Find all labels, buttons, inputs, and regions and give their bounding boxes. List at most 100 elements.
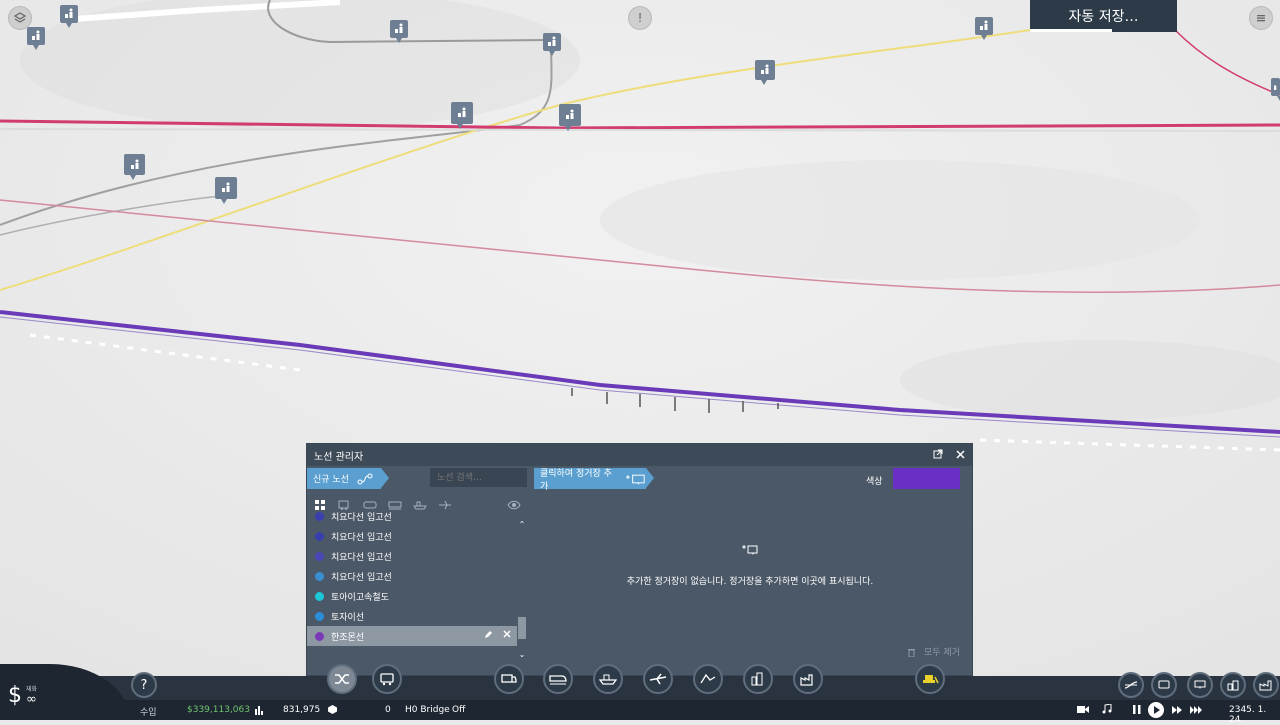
line-color-dot xyxy=(315,511,324,521)
scroll-thumb[interactable] xyxy=(518,617,526,639)
train-tool-button[interactable] xyxy=(543,664,573,694)
fastest-forward-icon[interactable] xyxy=(1190,706,1202,714)
delete-icon[interactable] xyxy=(503,630,511,638)
close-icon[interactable] xyxy=(954,448,966,460)
city-tool-button[interactable] xyxy=(743,664,773,694)
popout-icon[interactable] xyxy=(932,448,944,460)
line-list-item[interactable]: 치요다선 입고선 xyxy=(307,566,517,586)
terrain-icon xyxy=(700,673,716,684)
scroll-up-icon[interactable]: ⌃ xyxy=(517,519,527,529)
industries-overview-button[interactable] xyxy=(1253,672,1279,698)
play-icon[interactable] xyxy=(1148,702,1164,718)
bridge-label[interactable]: H0 Bridge xyxy=(405,705,450,715)
line-name: 한조몬선 xyxy=(331,632,365,643)
cargo-icon xyxy=(328,705,337,714)
autosave-notice: 자동 저장… xyxy=(1030,0,1177,32)
add-stop-icon xyxy=(742,545,758,555)
layers-icon[interactable] xyxy=(8,6,32,30)
income-label: 수입 xyxy=(140,708,157,718)
bus-stop-icon[interactable] xyxy=(27,27,45,50)
trash-icon xyxy=(908,648,915,657)
industry-icon xyxy=(1259,680,1272,691)
bus-icon xyxy=(380,673,394,686)
autosave-progress-bar xyxy=(1030,29,1113,32)
pause-icon[interactable] xyxy=(1133,705,1141,714)
income-value: $339,113,063 xyxy=(187,705,250,715)
ship-tool-button[interactable] xyxy=(593,664,623,694)
cargo-value: 0 xyxy=(385,705,391,715)
add-stop-button[interactable]: 클릭하여 정거장 추가 xyxy=(534,468,654,492)
remove-all-button[interactable]: 모두 제거 xyxy=(907,645,960,658)
towns-overview-button[interactable] xyxy=(1220,672,1246,698)
truck-icon xyxy=(501,674,517,683)
camera-icon[interactable] xyxy=(1077,705,1089,714)
panel-titlebar[interactable]: 노선 관리자 xyxy=(307,444,972,466)
train-icon xyxy=(549,675,567,685)
game-date: 2345. 1. 24. xyxy=(1229,705,1267,725)
truck-tool-button[interactable] xyxy=(494,664,524,694)
bus-stop-icon[interactable] xyxy=(60,5,78,28)
buildings-icon xyxy=(751,672,763,686)
line-color-dot xyxy=(315,631,324,641)
line-name: 치요다선 입고선 xyxy=(331,532,392,543)
bridge-state[interactable]: Off xyxy=(452,705,465,715)
bus-stop-icon[interactable] xyxy=(451,102,473,129)
bus-stop-icon[interactable] xyxy=(559,104,581,131)
scroll-down-icon[interactable]: ⌄ xyxy=(517,649,527,659)
toolbar-strip xyxy=(0,676,1280,700)
line-list-item[interactable]: 치요다선 입고선 xyxy=(307,526,517,546)
line-name: 치요다선 입고선 xyxy=(331,572,392,583)
line-search-input[interactable] xyxy=(430,468,527,487)
menu-icon[interactable] xyxy=(1249,6,1273,30)
ship-icon xyxy=(599,674,617,685)
route-tool-button[interactable] xyxy=(327,664,357,694)
terrain-tool-button[interactable] xyxy=(693,664,723,694)
plane-tool-button[interactable] xyxy=(643,664,673,694)
line-name: 치요다선 입고선 xyxy=(331,552,392,563)
bus-stop-icon[interactable] xyxy=(543,33,561,56)
route-icon xyxy=(357,473,373,484)
help-label: ? xyxy=(140,677,148,693)
line-name: 토자이선 xyxy=(331,612,365,623)
bus-stop-icon[interactable] xyxy=(124,154,145,180)
plane-icon xyxy=(649,673,667,685)
line-list: 치요다선 입고선 치요다선 입고선 치요다선 입고선 치요다선 입고선 토아이고속철도 토… xyxy=(307,506,517,650)
autosave-label: 자동 저장… xyxy=(1068,9,1139,25)
line-list-item[interactable]: 후쿠토신선 xyxy=(307,646,517,650)
population-icon xyxy=(255,706,263,715)
bus-tool-button[interactable] xyxy=(372,664,402,694)
color-label: 색상 xyxy=(866,477,883,487)
bus-stop-icon[interactable] xyxy=(975,17,993,40)
bus-stop-icon[interactable] xyxy=(755,60,775,85)
panel-title: 노선 관리자 xyxy=(314,451,364,463)
bus-stop-icon[interactable] xyxy=(1271,78,1280,101)
line-color-dot xyxy=(315,531,324,541)
line-manager-panel: 노선 관리자 신규 노선 클릭하여 정거장 추가 색상 xyxy=(306,443,973,676)
line-list-item[interactable]: 치요다선 입고선 xyxy=(307,546,517,566)
help-button[interactable]: ? xyxy=(131,672,157,698)
add-stop-label: 클릭하여 정거장 추가 xyxy=(540,468,612,492)
lines-overview-button[interactable] xyxy=(1118,672,1144,698)
line-list-item[interactable]: 토자이선 xyxy=(307,606,517,626)
line-color-dot xyxy=(315,571,324,581)
fast-forward-icon[interactable] xyxy=(1172,706,1182,714)
line-list-scrollbar[interactable]: ⌃ ⌄ xyxy=(517,514,527,659)
industry-tool-button[interactable] xyxy=(793,664,823,694)
bus-stop-icon[interactable] xyxy=(390,20,408,43)
music-icon[interactable] xyxy=(1102,704,1112,714)
new-line-button[interactable]: 신규 노선 xyxy=(307,468,389,489)
lines-icon xyxy=(1124,681,1138,689)
line-list-item[interactable]: 토아이고속철도 xyxy=(307,586,517,606)
town-icon xyxy=(1227,680,1239,691)
alert-icon[interactable]: ! xyxy=(628,6,652,30)
bulldozer-tool-button[interactable] xyxy=(915,664,945,694)
color-swatch[interactable] xyxy=(893,468,960,489)
line-list-item[interactable]: 한조몬선 xyxy=(307,626,517,646)
line-list-item[interactable]: 치요다선 입고선 xyxy=(307,506,517,526)
line-name: 치요다선 입고선 xyxy=(331,512,392,523)
edit-icon[interactable] xyxy=(484,630,493,639)
stations-overview-button[interactable] xyxy=(1187,672,1213,698)
shuffle-icon xyxy=(335,674,349,684)
bus-stop-icon[interactable] xyxy=(215,177,237,204)
vehicles-overview-button[interactable] xyxy=(1151,672,1177,698)
